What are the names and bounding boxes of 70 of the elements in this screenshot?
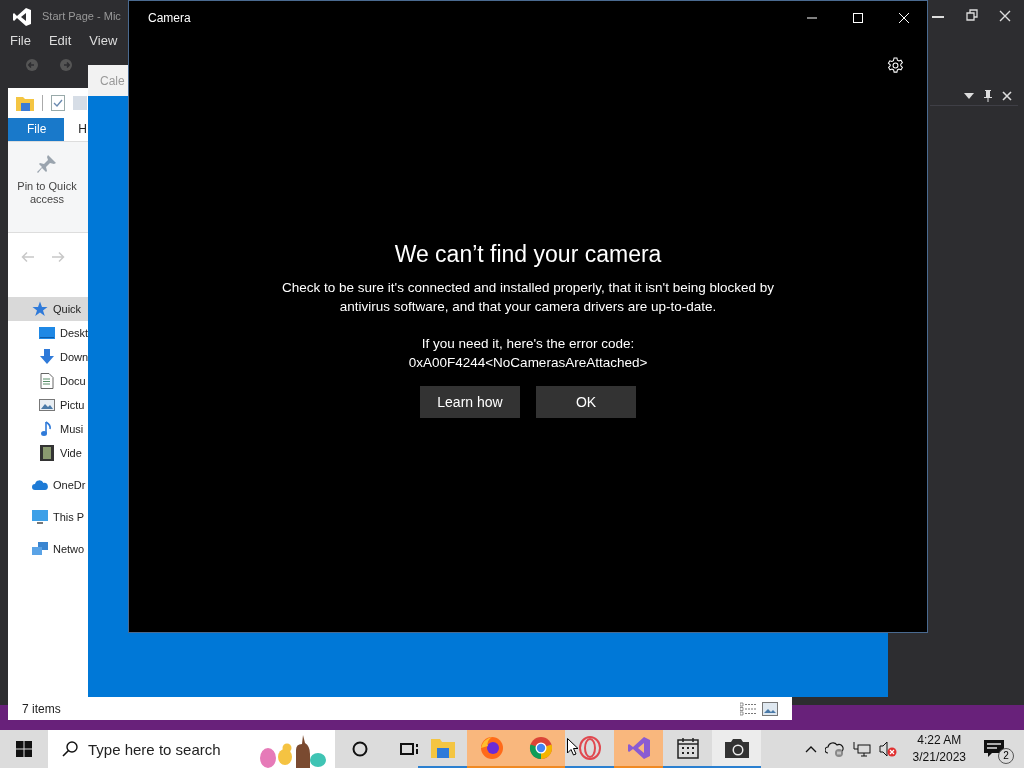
nav-item[interactable]: This P — [8, 505, 88, 529]
settings-icon[interactable] — [887, 57, 904, 74]
mouse-pointer-icon — [567, 738, 579, 756]
details-view-icon[interactable] — [740, 701, 756, 716]
ribbon-tab[interactable]: File — [8, 118, 65, 141]
close-icon[interactable] — [999, 10, 1011, 22]
pin-icon[interactable] — [983, 89, 993, 102]
menu-item[interactable]: View — [89, 33, 118, 48]
checklist-icon[interactable] — [51, 95, 65, 111]
browser-icon — [528, 736, 553, 760]
nav-item[interactable]: OneDr — [8, 473, 88, 497]
windows-start-icon[interactable] — [16, 741, 32, 757]
folder-icon — [430, 738, 455, 758]
camera-icon — [724, 738, 749, 758]
film-icon — [39, 445, 55, 461]
close-icon[interactable] — [1002, 90, 1012, 101]
clock-date[interactable]: 3/21/2023 — [912, 749, 966, 766]
search-field[interactable]: Type here to search — [48, 730, 335, 768]
restore-icon[interactable] — [966, 9, 978, 21]
circle-icon[interactable] — [352, 741, 368, 757]
browser-icon — [479, 736, 504, 760]
desktop-icon — [39, 325, 55, 341]
nav-item[interactable]: Pictu — [8, 393, 88, 417]
folder-icon[interactable] — [16, 95, 34, 111]
dialog-button[interactable]: Learn how — [420, 386, 520, 418]
network-icon — [32, 541, 48, 557]
error-code-label: If you need it, here's the error code: — [421, 335, 635, 353]
notification-count: 2 — [998, 748, 1014, 764]
window-title: Camera — [148, 10, 191, 25]
ide-icon — [626, 736, 651, 760]
item-count: 7 items — [22, 701, 61, 716]
pin-icon — [37, 154, 57, 174]
download-icon — [39, 349, 55, 365]
thumbnail-view-icon[interactable] — [762, 701, 778, 716]
message-icon — [984, 740, 1004, 758]
cloud-icon[interactable] — [824, 741, 845, 757]
clock-time[interactable]: 4:22 AM — [917, 732, 962, 749]
error-code: 0xA00F4244<NoCamerasAreAttached> — [408, 354, 648, 372]
pin-button[interactable]: Pin to Quick access — [12, 150, 82, 224]
task-view-icon[interactable] — [400, 741, 418, 757]
caret-icon[interactable] — [964, 92, 974, 99]
chevron-up-icon[interactable] — [804, 745, 817, 753]
taskbar-app-button[interactable] — [712, 730, 761, 768]
ring-icon — [577, 736, 602, 760]
search-icon — [62, 741, 78, 757]
window-title: Cale — [100, 73, 125, 88]
logo-icon — [12, 7, 32, 27]
menu-item[interactable]: Edit — [48, 33, 72, 48]
calendar-icon — [676, 737, 699, 759]
cloud-icon — [32, 479, 48, 491]
ribbon-tab[interactable]: H — [64, 118, 87, 141]
menu-item[interactable]: File — [10, 33, 31, 48]
nav-item[interactable]: Musi — [8, 417, 88, 441]
nav-item[interactable]: Vide — [8, 441, 88, 465]
nav-item[interactable]: Docu — [8, 369, 88, 393]
document-icon — [39, 373, 55, 389]
error-heading: We can’t find your camera — [394, 241, 662, 268]
error-message: Check to be sure it's connected and installed properly, that it isn't being blocked by antivirus software, and that your camera drivers are up-to-date. — [281, 279, 775, 316]
pictures-icon — [39, 397, 55, 413]
star-icon — [32, 301, 48, 317]
speaker-muted-icon[interactable] — [878, 741, 897, 757]
nav-item[interactable]: Netwo — [8, 537, 88, 561]
maximize-icon[interactable] — [853, 12, 863, 23]
computer-icon — [32, 509, 48, 525]
dialog-button[interactable]: OK — [536, 386, 636, 418]
window-title: Start Page - Mic — [42, 10, 121, 22]
nav-item[interactable]: Down — [8, 345, 88, 369]
nav-item[interactable]: Deskt — [8, 321, 88, 345]
network-icon[interactable] — [852, 741, 871, 757]
nav-item[interactable]: Quick — [8, 297, 88, 321]
